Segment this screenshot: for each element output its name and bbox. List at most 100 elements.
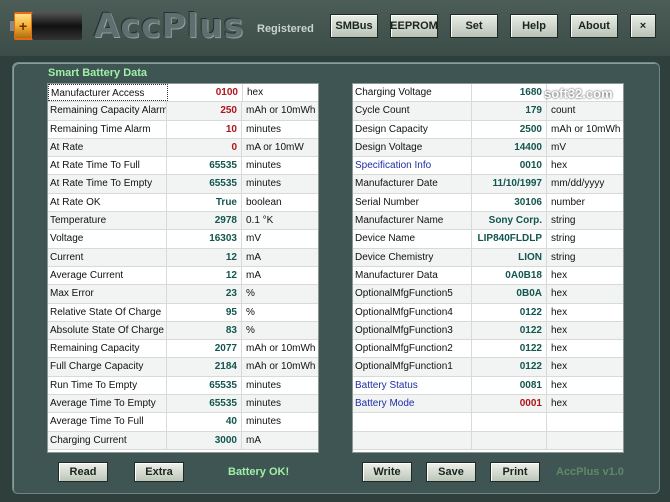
row-name: Battery Mode xyxy=(353,395,472,413)
table-row[interactable]: Charging Current 3000 mA xyxy=(48,431,318,450)
table-row[interactable]: Manufacturer Name Sony Corp. string xyxy=(353,212,623,231)
row-value[interactable]: 95 xyxy=(167,303,242,321)
set-button[interactable]: Set xyxy=(450,14,498,38)
row-value[interactable]: LIP840FLDLP xyxy=(472,230,547,248)
row-value[interactable]: 23 xyxy=(167,285,242,303)
table-row[interactable]: Absolute State Of Charge 83% xyxy=(48,321,318,341)
table-row[interactable]: Average Current 12 mA xyxy=(48,266,318,286)
print-button[interactable]: Print xyxy=(490,462,540,482)
table-row[interactable] xyxy=(353,413,623,432)
row-value[interactable]: 3000 xyxy=(167,431,242,449)
row-value[interactable]: 0001 xyxy=(472,395,547,413)
left-data-grid[interactable]: Manufacturer Access 0100 hex Remaining Capa… xyxy=(47,83,319,453)
table-row[interactable]: Manufacturer Date 11/10/1997 mm/dd/yyyy xyxy=(353,175,623,194)
row-unit: mm/dd/yyyy xyxy=(551,178,605,190)
extra-button[interactable]: Extra xyxy=(134,462,184,482)
table-row[interactable]: Device Chemistry LION string xyxy=(353,248,623,267)
smbus-button[interactable]: SMBus xyxy=(330,14,378,38)
row-value[interactable]: 16303 xyxy=(167,230,242,248)
row-value[interactable]: 65535 xyxy=(167,376,242,395)
row-value[interactable]: 0122 xyxy=(472,358,547,376)
right-data-grid[interactable]: Charging Voltage 1680 Cycle Count 179 count D… xyxy=(352,83,624,453)
table-row[interactable]: Device Name LIP840FLDLP string xyxy=(353,230,623,249)
read-button[interactable]: Read xyxy=(58,462,108,482)
row-value[interactable]: 65535 xyxy=(167,157,242,175)
table-row[interactable]: At Rate 0 mA or 10mW xyxy=(48,138,318,158)
table-row[interactable]: At Rate OK True boolean xyxy=(48,193,318,213)
row-value[interactable] xyxy=(472,413,547,431)
table-row[interactable]: Serial Number 30106 number xyxy=(353,193,623,213)
row-value[interactable]: 12 xyxy=(167,266,242,285)
row-value[interactable]: 0122 xyxy=(472,303,547,321)
table-row[interactable]: Battery Status 0081 hex xyxy=(353,376,623,396)
row-value[interactable]: 30106 xyxy=(472,193,547,212)
table-row[interactable]: OptionalMfgFunction3 0122 hex xyxy=(353,321,623,341)
table-row[interactable]: Design Voltage 14400 mV xyxy=(353,138,623,158)
row-value[interactable]: 10 xyxy=(167,120,242,138)
row-value[interactable]: 0122 xyxy=(472,340,547,358)
table-row[interactable]: OptionalMfgFunction5 0B0A hex xyxy=(353,285,623,304)
table-row[interactable]: At Rate Time To Empty 65535 minutes xyxy=(48,175,318,194)
row-value[interactable]: 0100 xyxy=(168,84,243,102)
table-row[interactable]: Relative State Of Charge 95% xyxy=(48,303,318,322)
table-row[interactable]: Remaining Time Alarm 10 minutes xyxy=(48,120,318,139)
table-row[interactable]: Remaining Capacity Alarm 250 mAh or 10mWh xyxy=(48,102,318,121)
table-row[interactable]: Current 12 mA xyxy=(48,248,318,267)
table-row[interactable]: Manufacturer Data 0A0B18 hex xyxy=(353,266,623,286)
row-value[interactable]: 2184 xyxy=(167,358,242,376)
row-value[interactable]: 14400 xyxy=(472,138,547,157)
table-row[interactable]: At Rate Time To Full 65535 minutes xyxy=(48,157,318,176)
row-value[interactable]: 40 xyxy=(167,413,242,431)
help-button[interactable]: Help xyxy=(510,14,558,38)
table-row[interactable]: Full Charge Capacity 2184 mAh or 10mWh xyxy=(48,358,318,377)
row-value[interactable]: 12 xyxy=(167,248,242,266)
table-row[interactable]: Max Error 23% xyxy=(48,285,318,304)
table-row[interactable]: Average Time To Full 40 minutes xyxy=(48,413,318,432)
table-row[interactable]: Voltage 16303 mV xyxy=(48,230,318,249)
row-unit: mA xyxy=(246,251,261,263)
row-name: Max Error xyxy=(48,285,167,303)
table-row[interactable]: Battery Mode 0001 hex xyxy=(353,395,623,414)
row-value[interactable]: 250 xyxy=(167,102,242,120)
row-value[interactable]: 0A0B18 xyxy=(472,266,547,285)
row-value[interactable]: 0010 xyxy=(472,157,547,175)
row-value[interactable]: 2077 xyxy=(167,340,242,358)
table-row[interactable]: Design Capacity 2500 mAh or 10mWh xyxy=(353,120,623,139)
row-value[interactable]: 0 xyxy=(167,138,242,157)
table-row[interactable]: OptionalMfgFunction2 0122 hex xyxy=(353,340,623,359)
table-row[interactable]: Specification Info 0010 hex xyxy=(353,157,623,176)
table-row[interactable]: Average Time To Empty 65535 minutes xyxy=(48,395,318,414)
table-row[interactable] xyxy=(353,431,623,450)
row-unit: minutes xyxy=(246,379,282,391)
row-value[interactable]: 11/10/1997 xyxy=(472,175,547,193)
row-value[interactable]: 0B0A xyxy=(472,285,547,303)
row-unit: minutes xyxy=(246,398,282,410)
table-row[interactable]: Cycle Count 179 count xyxy=(353,102,623,121)
row-value[interactable] xyxy=(472,431,547,449)
table-row[interactable]: Run Time To Empty 65535 minutes xyxy=(48,376,318,396)
save-button[interactable]: Save xyxy=(426,462,476,482)
table-row[interactable]: Temperature 2978 0.1 °K xyxy=(48,212,318,231)
row-value[interactable]: 0122 xyxy=(472,321,547,340)
row-value[interactable]: 2978 xyxy=(167,212,242,230)
eeprom-button[interactable]: EEPROM xyxy=(390,14,438,38)
row-value[interactable]: 1680 xyxy=(472,84,547,102)
about-button[interactable]: About xyxy=(570,14,618,38)
table-row[interactable]: OptionalMfgFunction1 0122 hex xyxy=(353,358,623,377)
row-value[interactable]: 2500 xyxy=(472,120,547,138)
table-row[interactable]: OptionalMfgFunction4 0122 hex xyxy=(353,303,623,322)
write-button[interactable]: Write xyxy=(362,462,412,482)
close-button[interactable]: × xyxy=(630,14,656,38)
row-value[interactable]: 65535 xyxy=(167,175,242,193)
row-value[interactable]: 83 xyxy=(167,321,242,340)
row-value[interactable]: True xyxy=(167,193,242,212)
row-value[interactable]: 0081 xyxy=(472,376,547,395)
row-value[interactable]: 179 xyxy=(472,102,547,120)
table-row[interactable]: Remaining Capacity 2077 mAh or 10mWh xyxy=(48,340,318,359)
battery-logo-icon: + xyxy=(10,12,82,40)
row-value[interactable]: Sony Corp. xyxy=(472,212,547,230)
row-value[interactable]: 65535 xyxy=(167,395,242,413)
table-row[interactable]: Manufacturer Access 0100 hex xyxy=(48,84,318,103)
row-value[interactable]: LION xyxy=(472,248,547,266)
svg-text:+: + xyxy=(19,18,27,34)
